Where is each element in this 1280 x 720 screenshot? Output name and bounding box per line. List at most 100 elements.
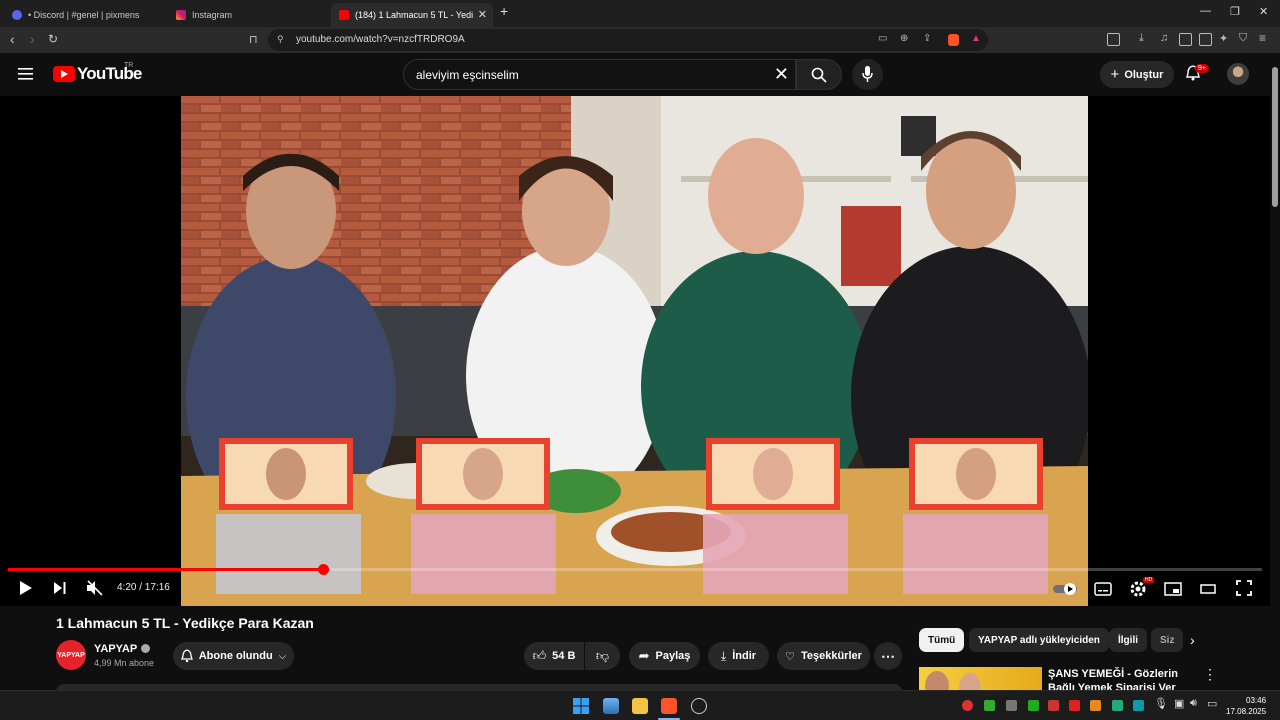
volume-icon[interactable]: 🔊︎ — [1190, 697, 1197, 710]
youtube-logo-icon[interactable] — [53, 66, 75, 82]
progress-played — [8, 568, 323, 571]
steam-icon[interactable] — [691, 698, 707, 714]
chip-from-uploader[interactable]: YAPYAP adlı yükleyiciden — [969, 628, 1109, 652]
plus-icon: + — [1110, 66, 1120, 83]
play-icon[interactable] — [19, 580, 33, 596]
tray-app-icon[interactable] — [1028, 700, 1039, 711]
forward-icon[interactable]: › — [30, 31, 35, 47]
tray-app-icon[interactable] — [1006, 700, 1017, 711]
create-button[interactable]: + Oluştur — [1100, 61, 1174, 88]
tray-app-icon[interactable] — [1112, 700, 1123, 711]
like-button[interactable]: 👍︎ 54 B — [524, 642, 584, 670]
progress-scrubber[interactable] — [317, 564, 329, 575]
hamburger-menu-icon[interactable] — [18, 67, 34, 81]
tray-app-icon[interactable] — [1069, 700, 1080, 711]
tab-instagram[interactable]: Instagram — [168, 3, 328, 27]
vpn-shield-icon[interactable]: ⛉ — [1239, 32, 1247, 45]
tray-app-icon[interactable] — [984, 700, 995, 711]
close-tab-icon[interactable]: ✕ — [478, 8, 487, 21]
thanks-label: Teşekkürler — [800, 650, 862, 662]
download-icon[interactable]: ⤓ — [1139, 32, 1144, 45]
address-bar[interactable]: ⚲ youtube.com/watch?v=nzcfTRDRO9A ▭ ⊕ ⇪ … — [268, 29, 988, 51]
thanks-button[interactable]: ♡ Teşekkürler — [777, 642, 870, 670]
share-arrow-icon: ➦ — [638, 648, 650, 663]
leo-ai-icon[interactable]: ✦ — [1219, 32, 1228, 45]
clear-search-icon[interactable]: ✕ — [774, 65, 789, 83]
microphone-icon[interactable]: 🎙︎ — [1154, 697, 1168, 710]
brave-rewards-icon[interactable]: ▲ — [971, 33, 981, 44]
next-video-icon[interactable] — [53, 580, 67, 596]
theater-mode-icon[interactable] — [1200, 583, 1216, 595]
video-title: 1 Lahmacun 5 TL - Yedikçe Para Kazan — [56, 615, 314, 631]
share-icon[interactable]: ⇪ — [923, 33, 931, 44]
restore-icon[interactable]: ❐ — [1230, 5, 1240, 18]
file-explorer-icon[interactable] — [632, 698, 648, 714]
back-icon[interactable]: ‹ — [10, 31, 15, 47]
more-vertical-icon[interactable]: ⋮ — [1203, 666, 1217, 683]
tray-app-icon[interactable] — [1133, 700, 1144, 711]
search-button[interactable] — [796, 59, 842, 90]
voice-search-button[interactable] — [852, 59, 883, 90]
miniplayer-icon[interactable] — [1164, 582, 1182, 596]
time-display: 4:20 / 17:16 — [117, 582, 170, 593]
channel-avatar[interactable]: YAPYAP — [56, 640, 86, 670]
progress-bar[interactable] — [8, 564, 1262, 575]
youtube-header: YouTube TR ✕ + Oluştur — [0, 53, 1280, 96]
bookmark-icon[interactable]: ⊓ — [249, 33, 258, 46]
tab-youtube[interactable]: (184) 1 Lahmacun 5 TL - Yedikçe ✕ — [331, 3, 493, 27]
brave-browser-icon[interactable] — [661, 698, 677, 714]
minimize-icon[interactable]: — — [1200, 5, 1211, 17]
tray-app-icon[interactable] — [962, 700, 973, 711]
close-window-icon[interactable]: ✕ — [1259, 5, 1268, 18]
autoplay-toggle[interactable] — [1053, 582, 1079, 596]
chip-for-you[interactable]: Siz — [1151, 628, 1183, 652]
region-code: TR — [124, 62, 134, 69]
zoom-icon[interactable]: ⊕ — [900, 33, 908, 44]
recommendation-thumbnail[interactable] — [919, 667, 1042, 690]
search-box[interactable]: ✕ — [403, 59, 796, 90]
widgets-icon[interactable] — [603, 698, 619, 714]
channel-logo-text: YAPYAP — [57, 651, 85, 659]
tab-discord[interactable]: • Discord | #genel | pixmens — [4, 3, 164, 27]
wallet-icon[interactable] — [1199, 33, 1212, 46]
network-icon[interactable]: ▣ — [1174, 697, 1184, 710]
dislike-button[interactable]: 👎︎ — [585, 642, 620, 670]
tray-app-icon[interactable] — [1048, 700, 1059, 711]
chevron-right-icon[interactable]: › — [1190, 632, 1195, 648]
tray-app-icon[interactable] — [1090, 700, 1101, 711]
system-clock[interactable]: 03:46 17.08.2025 — [1226, 695, 1266, 717]
media-icon[interactable]: ♫ — [1160, 32, 1168, 44]
download-button[interactable]: ⤓ İndir — [708, 642, 769, 670]
reload-icon[interactable]: ↻ — [48, 32, 58, 46]
clock-date: 17.08.2025 — [1226, 707, 1267, 716]
cast-icon[interactable]: ▭ — [878, 33, 887, 44]
share-button[interactable]: ➦ Paylaş — [629, 642, 700, 670]
chip-all[interactable]: Tümü — [919, 628, 965, 652]
subtitles-icon[interactable] — [1094, 582, 1112, 596]
fullscreen-icon[interactable] — [1236, 580, 1252, 596]
tab-search-icon[interactable] — [1107, 33, 1120, 46]
subscriber-count: 4,99 Mn abone — [94, 658, 155, 668]
account-avatar[interactable] — [1227, 63, 1249, 85]
windows-start-icon[interactable] — [573, 698, 589, 714]
muted-volume-icon[interactable] — [86, 580, 104, 596]
scrollbar-thumb[interactable] — [1272, 67, 1278, 207]
bell-icon — [180, 649, 193, 663]
search-input[interactable] — [416, 68, 756, 82]
chip-related[interactable]: İlgili — [1109, 628, 1147, 652]
hd-badge: HD — [1143, 577, 1155, 583]
site-info-icon[interactable]: ⚲ — [277, 34, 284, 45]
new-tab-icon[interactable]: + — [500, 3, 508, 19]
more-actions-button[interactable]: ⋯ — [874, 642, 902, 670]
subscribed-button[interactable]: Abone olundu ⌵ — [173, 642, 294, 670]
page-scrollbar[interactable] — [1270, 53, 1280, 690]
video-frame[interactable] — [181, 96, 1088, 606]
video-player[interactable]: 4:20 / 17:16 HD — [0, 96, 1270, 606]
menu-icon[interactable]: ≡ — [1259, 31, 1266, 45]
name-card — [909, 438, 1043, 510]
discord-icon — [12, 10, 22, 20]
sidebar-icon[interactable] — [1179, 33, 1192, 46]
brave-shield-icon[interactable] — [948, 34, 959, 46]
battery-icon[interactable]: ▭ — [1207, 697, 1217, 710]
channel-name[interactable]: YAPYAP — [94, 643, 137, 655]
